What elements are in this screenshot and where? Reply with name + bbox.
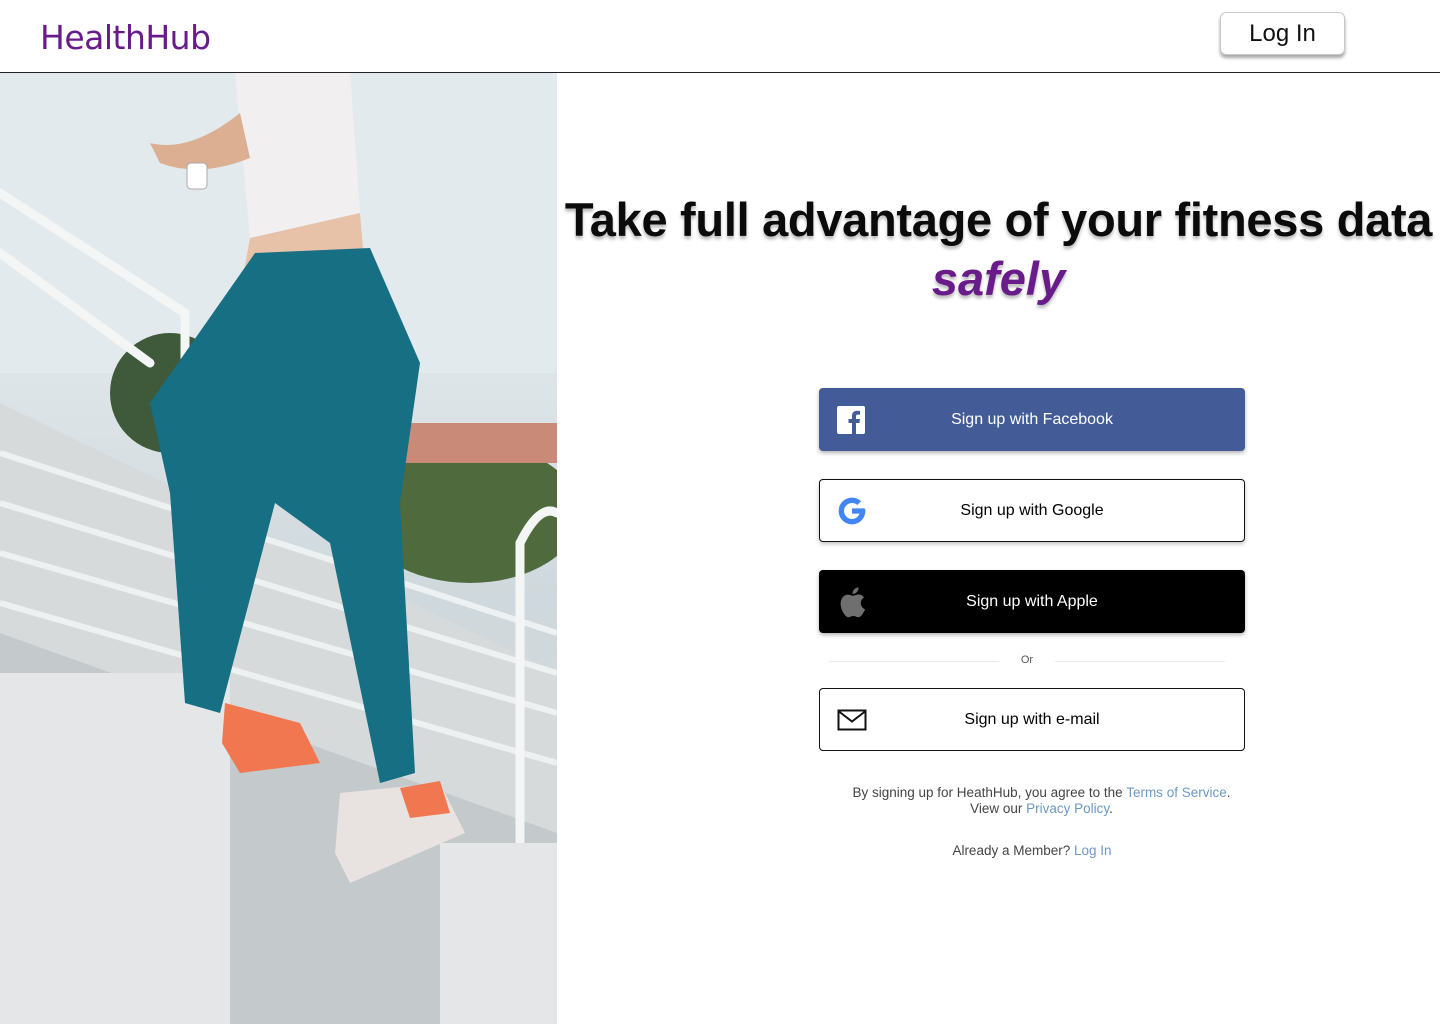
google-icon bbox=[836, 495, 868, 527]
signup-email-label: Sign up with e-mail bbox=[964, 710, 1100, 728]
legal-suffix: . bbox=[1109, 801, 1113, 816]
signup-google-label: Sign up with Google bbox=[960, 501, 1104, 519]
app-logo[interactable]: HealthHub bbox=[40, 18, 211, 57]
legal-line-2: View our Privacy Policy. bbox=[819, 801, 1264, 817]
signup-email-button[interactable]: Sign up with e-mail bbox=[819, 688, 1245, 751]
facebook-icon bbox=[835, 404, 867, 436]
legal-view-prefix: View our bbox=[970, 801, 1027, 816]
divider-label: Or bbox=[1020, 654, 1034, 666]
signup-apple-label: Sign up with Apple bbox=[966, 592, 1098, 610]
hero-illustration bbox=[0, 73, 557, 1024]
member-prompt: Already a Member? Log In bbox=[819, 843, 1245, 858]
login-button[interactable]: Log In bbox=[1220, 12, 1345, 55]
headline-main: Take full advantage of your fitness data bbox=[564, 193, 1433, 246]
headline: Take full advantage of your fitness data… bbox=[557, 192, 1440, 306]
apple-icon bbox=[835, 586, 867, 618]
hero-image bbox=[0, 73, 557, 1024]
member-prompt-text: Already a Member? bbox=[952, 843, 1074, 858]
mail-icon bbox=[836, 704, 868, 736]
legal-notice: By signing up for HeathHub, you agree to… bbox=[819, 785, 1264, 817]
privacy-policy-link[interactable]: Privacy Policy bbox=[1026, 801, 1109, 816]
signup-facebook-label: Sign up with Facebook bbox=[951, 410, 1113, 428]
member-login-link[interactable]: Log In bbox=[1074, 843, 1112, 858]
divider-line-left bbox=[829, 661, 999, 662]
signup-facebook-button[interactable]: Sign up with Facebook bbox=[819, 388, 1245, 451]
legal-line-1: By signing up for HeathHub, you agree to… bbox=[819, 785, 1264, 801]
signup-apple-button[interactable]: Sign up with Apple bbox=[819, 570, 1245, 633]
or-divider: Or bbox=[829, 652, 1229, 670]
signup-google-button[interactable]: Sign up with Google bbox=[819, 479, 1245, 542]
headline-accent: safely bbox=[931, 252, 1066, 305]
divider-line-right bbox=[1055, 661, 1225, 662]
legal-prefix: By signing up for HeathHub, you agree to… bbox=[852, 785, 1127, 800]
top-header: HealthHub Log In bbox=[0, 0, 1440, 73]
legal-mid: . bbox=[1226, 785, 1231, 800]
terms-of-service-link[interactable]: Terms of Service bbox=[1126, 785, 1227, 800]
